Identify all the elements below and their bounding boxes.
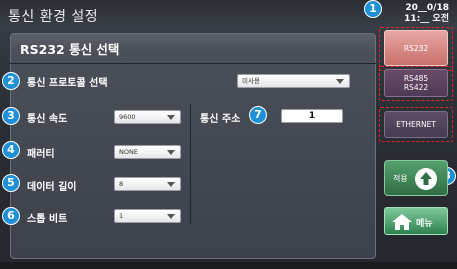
rs422-label: RS422 — [403, 83, 429, 92]
page-title: 통신 환경 설정 — [8, 9, 99, 25]
speed-select[interactable]: 9600 — [114, 110, 181, 124]
protocol-select[interactable]: 미사용 — [237, 74, 350, 88]
apply-label: 적용 — [393, 174, 408, 183]
data-length-value: 8 — [119, 180, 124, 188]
protocol-value: 미사용 — [242, 77, 260, 85]
column-divider — [190, 104, 191, 224]
chevron-down-icon — [167, 115, 175, 120]
chevron-down-icon — [336, 79, 344, 84]
home-icon — [392, 214, 412, 230]
chevron-down-icon — [167, 182, 175, 187]
panel-title: RS232 통신 선택 — [20, 42, 120, 57]
menu-label: 메뉴 — [416, 219, 433, 229]
upload-arrow-icon — [415, 168, 437, 190]
datetime-display: 20__0/18 11:__ 오전 — [404, 3, 449, 25]
callout-badge-4: 4 — [2, 141, 20, 159]
ethernet-label: ETHERNET — [396, 120, 436, 129]
callout-badge-5: 5 — [2, 174, 20, 192]
chevron-down-icon — [167, 150, 175, 155]
rs485-rs422-button[interactable]: RS485 RS422 — [384, 69, 448, 97]
date-text: 20__0/18 — [405, 3, 449, 13]
time-text: 11:__ 오전 — [404, 14, 449, 24]
callout-badge-3: 3 — [2, 107, 20, 125]
data-length-select[interactable]: 8 — [114, 177, 181, 191]
rs232-button[interactable]: RS232 — [384, 30, 448, 66]
parity-value: NONE — [119, 148, 138, 156]
speed-label: 통신 속도 — [27, 114, 68, 125]
callout-badge-1: 1 — [364, 0, 382, 18]
speed-value: 9600 — [119, 113, 136, 121]
address-input[interactable]: 1 — [281, 109, 343, 123]
rs485-label: RS485 — [403, 74, 429, 83]
parity-select[interactable]: NONE — [114, 145, 181, 159]
settings-panel — [10, 33, 376, 259]
bottom-bar — [0, 262, 457, 269]
ethernet-button[interactable]: ETHERNET — [384, 111, 448, 138]
parity-label: 패러티 — [27, 149, 55, 160]
rs232-label: RS232 — [403, 43, 429, 53]
protocol-label: 통신 프로토콜 선택 — [27, 78, 108, 89]
data-length-label: 데이터 길이 — [27, 182, 77, 193]
stop-bit-select[interactable]: 1 — [114, 209, 181, 223]
header-bar: 통신 환경 설정 20__0/18 11:__ 오전 — [0, 0, 457, 30]
apply-button[interactable]: 적용 — [384, 160, 448, 196]
stop-bit-label: 스톱 비트 — [27, 214, 68, 225]
callout-badge-6: 6 — [2, 207, 20, 225]
address-label: 통신 주소 — [200, 114, 241, 125]
stop-bit-value: 1 — [119, 212, 124, 220]
menu-button[interactable]: 메뉴 — [384, 207, 448, 235]
callout-badge-2: 2 — [2, 72, 20, 90]
panel-divider — [10, 63, 376, 64]
callout-badge-7: 7 — [249, 106, 267, 124]
chevron-down-icon — [167, 214, 175, 219]
